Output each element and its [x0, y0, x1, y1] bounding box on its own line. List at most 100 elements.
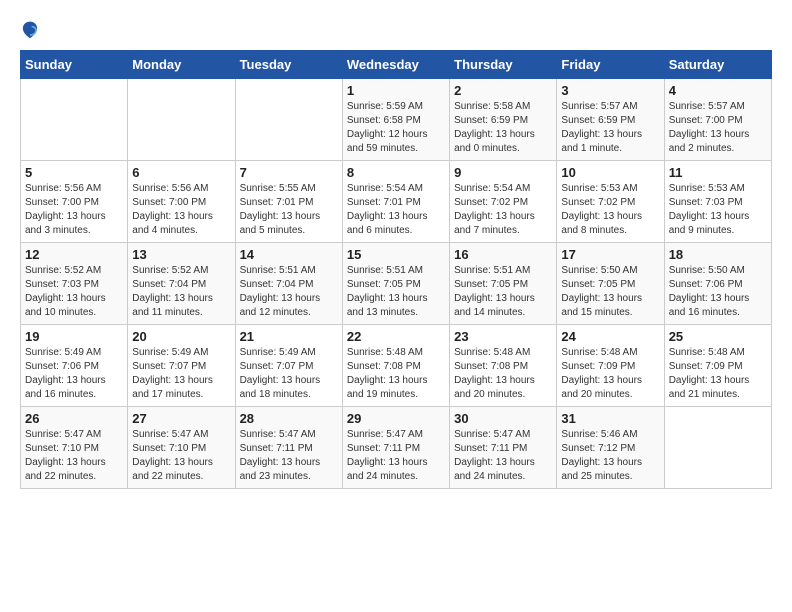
- day-number: 30: [454, 411, 552, 426]
- calendar-header-row: SundayMondayTuesdayWednesdayThursdayFrid…: [21, 51, 772, 79]
- day-info: Sunrise: 5:59 AMSunset: 6:58 PMDaylight:…: [347, 100, 445, 156]
- day-number: 26: [25, 411, 123, 426]
- calendar-cell: 17 Sunrise: 5:50 AMSunset: 7:05 PMDayligh…: [557, 243, 664, 325]
- day-info: Sunrise: 5:48 AMSunset: 7:08 PMDaylight:…: [347, 346, 445, 402]
- day-number: 13: [132, 247, 230, 262]
- day-info: Sunrise: 5:49 AMSunset: 7:07 PMDaylight:…: [240, 346, 338, 402]
- day-info: Sunrise: 5:47 AMSunset: 7:10 PMDaylight:…: [25, 428, 123, 484]
- day-number: 4: [669, 83, 767, 98]
- calendar-cell: [21, 79, 128, 161]
- calendar-cell: 23 Sunrise: 5:48 AMSunset: 7:08 PMDayligh…: [450, 325, 557, 407]
- day-number: 15: [347, 247, 445, 262]
- calendar-cell: [664, 407, 771, 489]
- calendar-cell: 6 Sunrise: 5:56 AMSunset: 7:00 PMDaylight…: [128, 161, 235, 243]
- calendar-cell: 7Sunrise: 5:55 AMSunset: 7:01 PMDaylight…: [235, 161, 342, 243]
- calendar-cell: [128, 79, 235, 161]
- calendar-week-1: 1 Sunrise: 5:59 AMSunset: 6:58 PMDaylight…: [21, 79, 772, 161]
- day-info: Sunrise: 5:48 AMSunset: 7:08 PMDaylight:…: [454, 346, 552, 402]
- calendar-cell: 30 Sunrise: 5:47 AMSunset: 7:11 PMDayligh…: [450, 407, 557, 489]
- calendar-cell: 26 Sunrise: 5:47 AMSunset: 7:10 PMDayligh…: [21, 407, 128, 489]
- day-info: Sunrise: 5:47 AMSunset: 7:11 PMDaylight:…: [454, 428, 552, 484]
- day-number: 19: [25, 329, 123, 344]
- day-info: Sunrise: 5:56 AMSunset: 7:00 PMDaylight:…: [132, 182, 230, 238]
- day-info: Sunrise: 5:46 AMSunset: 7:12 PMDaylight:…: [561, 428, 659, 484]
- day-number: 1: [347, 83, 445, 98]
- calendar-cell: [235, 79, 342, 161]
- calendar-cell: 10 Sunrise: 5:53 AMSunset: 7:02 PMDayligh…: [557, 161, 664, 243]
- day-info: Sunrise: 5:56 AMSunset: 7:00 PMDaylight:…: [25, 182, 123, 238]
- day-number: 16: [454, 247, 552, 262]
- day-number: 11: [669, 165, 767, 180]
- calendar-cell: 13 Sunrise: 5:52 AMSunset: 7:04 PMDayligh…: [128, 243, 235, 325]
- day-info: Sunrise: 5:52 AMSunset: 7:03 PMDaylight:…: [25, 264, 123, 320]
- day-info: Sunrise: 5:52 AMSunset: 7:04 PMDaylight:…: [132, 264, 230, 320]
- calendar-cell: 16 Sunrise: 5:51 AMSunset: 7:05 PMDayligh…: [450, 243, 557, 325]
- calendar-cell: 22 Sunrise: 5:48 AMSunset: 7:08 PMDayligh…: [342, 325, 449, 407]
- column-header-sunday: Sunday: [21, 51, 128, 79]
- calendar-week-4: 19 Sunrise: 5:49 AMSunset: 7:06 PMDayligh…: [21, 325, 772, 407]
- calendar-cell: 18 Sunrise: 5:50 AMSunset: 7:06 PMDayligh…: [664, 243, 771, 325]
- day-number: 5: [25, 165, 123, 180]
- day-info: Sunrise: 5:54 AMSunset: 7:02 PMDaylight:…: [454, 182, 552, 238]
- calendar-cell: 29 Sunrise: 5:47 AMSunset: 7:11 PMDayligh…: [342, 407, 449, 489]
- calendar-cell: 25 Sunrise: 5:48 AMSunset: 7:09 PMDayligh…: [664, 325, 771, 407]
- calendar-cell: 3 Sunrise: 5:57 AMSunset: 6:59 PMDaylight…: [557, 79, 664, 161]
- day-info: Sunrise: 5:48 AMSunset: 7:09 PMDaylight:…: [561, 346, 659, 402]
- day-number: 31: [561, 411, 659, 426]
- calendar-cell: 8Sunrise: 5:54 AMSunset: 7:01 PMDaylight…: [342, 161, 449, 243]
- day-number: 17: [561, 247, 659, 262]
- day-info: Sunrise: 5:51 AMSunset: 7:05 PMDaylight:…: [347, 264, 445, 320]
- day-number: 25: [669, 329, 767, 344]
- calendar-cell: 20 Sunrise: 5:49 AMSunset: 7:07 PMDayligh…: [128, 325, 235, 407]
- day-info: Sunrise: 5:50 AMSunset: 7:05 PMDaylight:…: [561, 264, 659, 320]
- day-number: 10: [561, 165, 659, 180]
- day-info: Sunrise: 5:57 AMSunset: 6:59 PMDaylight:…: [561, 100, 659, 156]
- calendar-cell: 4 Sunrise: 5:57 AMSunset: 7:00 PMDaylight…: [664, 79, 771, 161]
- day-number: 23: [454, 329, 552, 344]
- logo: [20, 20, 44, 40]
- day-number: 3: [561, 83, 659, 98]
- day-number: 27: [132, 411, 230, 426]
- day-number: 6: [132, 165, 230, 180]
- calendar-cell: 31 Sunrise: 5:46 AMSunset: 7:12 PMDayligh…: [557, 407, 664, 489]
- column-header-monday: Monday: [128, 51, 235, 79]
- day-info: Sunrise: 5:49 AMSunset: 7:06 PMDaylight:…: [25, 346, 123, 402]
- calendar-cell: 12Sunrise: 5:52 AMSunset: 7:03 PMDayligh…: [21, 243, 128, 325]
- column-header-saturday: Saturday: [664, 51, 771, 79]
- day-info: Sunrise: 5:49 AMSunset: 7:07 PMDaylight:…: [132, 346, 230, 402]
- day-number: 14: [240, 247, 338, 262]
- calendar-cell: 24 Sunrise: 5:48 AMSunset: 7:09 PMDayligh…: [557, 325, 664, 407]
- calendar-cell: 15 Sunrise: 5:51 AMSunset: 7:05 PMDayligh…: [342, 243, 449, 325]
- calendar-cell: 2Sunrise: 5:58 AMSunset: 6:59 PMDaylight…: [450, 79, 557, 161]
- calendar-cell: 21 Sunrise: 5:49 AMSunset: 7:07 PMDayligh…: [235, 325, 342, 407]
- day-info: Sunrise: 5:51 AMSunset: 7:04 PMDaylight:…: [240, 264, 338, 320]
- day-info: Sunrise: 5:57 AMSunset: 7:00 PMDaylight:…: [669, 100, 767, 156]
- day-number: 21: [240, 329, 338, 344]
- day-info: Sunrise: 5:51 AMSunset: 7:05 PMDaylight:…: [454, 264, 552, 320]
- day-number: 9: [454, 165, 552, 180]
- day-number: 22: [347, 329, 445, 344]
- calendar-cell: 28Sunrise: 5:47 AMSunset: 7:11 PMDayligh…: [235, 407, 342, 489]
- day-info: Sunrise: 5:58 AMSunset: 6:59 PMDaylight:…: [454, 100, 552, 156]
- column-header-friday: Friday: [557, 51, 664, 79]
- day-number: 29: [347, 411, 445, 426]
- day-number: 24: [561, 329, 659, 344]
- day-info: Sunrise: 5:50 AMSunset: 7:06 PMDaylight:…: [669, 264, 767, 320]
- day-info: Sunrise: 5:53 AMSunset: 7:02 PMDaylight:…: [561, 182, 659, 238]
- day-info: Sunrise: 5:53 AMSunset: 7:03 PMDaylight:…: [669, 182, 767, 238]
- day-info: Sunrise: 5:47 AMSunset: 7:11 PMDaylight:…: [347, 428, 445, 484]
- calendar-cell: 19 Sunrise: 5:49 AMSunset: 7:06 PMDayligh…: [21, 325, 128, 407]
- day-info: Sunrise: 5:48 AMSunset: 7:09 PMDaylight:…: [669, 346, 767, 402]
- column-header-wednesday: Wednesday: [342, 51, 449, 79]
- day-number: 7: [240, 165, 338, 180]
- calendar-cell: 9 Sunrise: 5:54 AMSunset: 7:02 PMDaylight…: [450, 161, 557, 243]
- calendar-cell: 11 Sunrise: 5:53 AMSunset: 7:03 PMDayligh…: [664, 161, 771, 243]
- calendar-cell: 5 Sunrise: 5:56 AMSunset: 7:00 PMDaylight…: [21, 161, 128, 243]
- day-info: Sunrise: 5:54 AMSunset: 7:01 PMDaylight:…: [347, 182, 445, 238]
- calendar-cell: 1 Sunrise: 5:59 AMSunset: 6:58 PMDaylight…: [342, 79, 449, 161]
- page-header: [20, 20, 772, 40]
- logo-icon: [20, 20, 40, 40]
- day-number: 18: [669, 247, 767, 262]
- day-info: Sunrise: 5:47 AMSunset: 7:11 PMDaylight:…: [240, 428, 338, 484]
- day-number: 20: [132, 329, 230, 344]
